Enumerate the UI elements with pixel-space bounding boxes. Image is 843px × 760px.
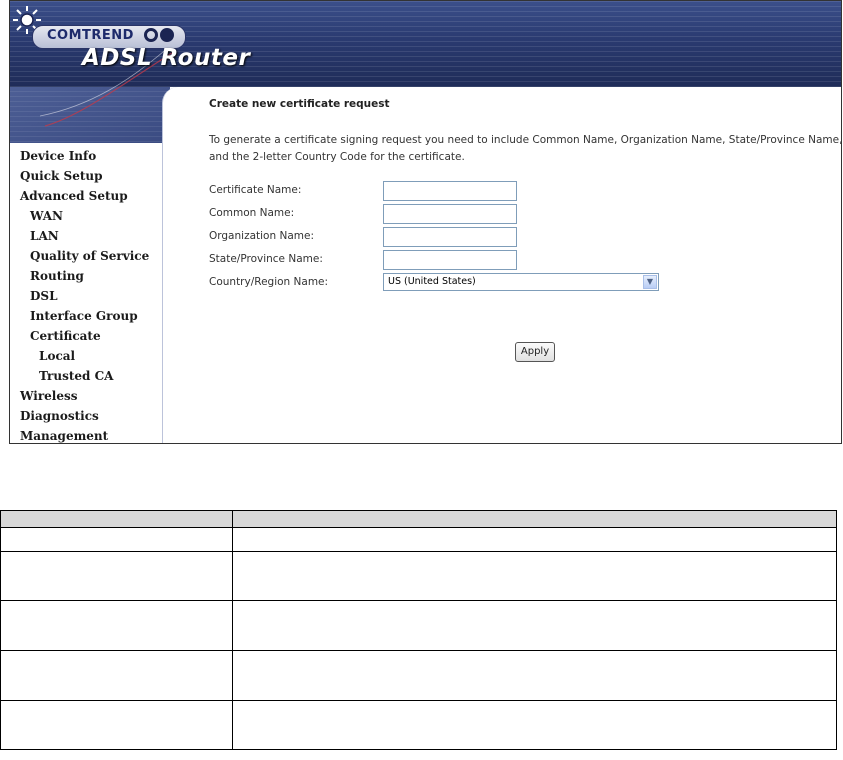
- brand-logo-text: COMTREND: [47, 28, 134, 43]
- table-row: [0, 650, 837, 701]
- sidebar-item-dsl[interactable]: DSL: [30, 289, 58, 303]
- apply-button[interactable]: Apply: [515, 342, 555, 362]
- sidebar-item-quick-setup[interactable]: Quick Setup: [20, 169, 103, 183]
- table-cell: [0, 650, 233, 701]
- table-row: [0, 600, 837, 651]
- certificate-name-input[interactable]: [383, 181, 517, 201]
- sidebar-item-device-info[interactable]: Device Info: [20, 149, 96, 163]
- certificate-name-label: Certificate Name:: [209, 184, 302, 196]
- router-screenshot: COMTREND ADSL Router Device Info Quick S…: [9, 0, 842, 444]
- state-province-name-label: State/Province Name:: [209, 253, 323, 265]
- field-description-table: [0, 510, 837, 750]
- product-title: ADSL Router: [82, 45, 251, 71]
- sidebar-item-certificate[interactable]: Certificate: [30, 329, 101, 343]
- sidebar-item-management[interactable]: Management: [20, 429, 108, 443]
- page-title: Create new certificate request: [209, 98, 390, 110]
- table-header-row: [0, 510, 837, 528]
- table-cell: [0, 551, 233, 601]
- organization-name-input[interactable]: [383, 227, 517, 247]
- state-province-name-input[interactable]: [383, 250, 517, 270]
- sidebar-item-quality-of-service[interactable]: Quality of Service: [30, 249, 149, 263]
- common-name-label: Common Name:: [209, 207, 295, 219]
- sidebar-item-wan[interactable]: WAN: [30, 209, 63, 223]
- table-cell: [232, 600, 837, 651]
- table-row: [0, 527, 837, 552]
- description-line-2: and the 2-letter Country Code for the ce…: [209, 151, 465, 163]
- logo-dot-icon: [160, 28, 174, 42]
- sidebar-item-lan[interactable]: LAN: [30, 229, 59, 243]
- sidebar-item-trusted-ca[interactable]: Trusted CA: [39, 369, 113, 383]
- sidebar: Device Info Quick Setup Advanced Setup W…: [10, 143, 162, 443]
- country-region-label: Country/Region Name:: [209, 276, 329, 288]
- table-cell: [232, 650, 837, 701]
- description-line-1: To generate a certificate signing reques…: [209, 134, 842, 146]
- country-region-selected-value: US (United States): [388, 276, 476, 287]
- table-cell: [0, 700, 233, 750]
- table-row: [0, 700, 837, 750]
- table-cell: [0, 600, 233, 651]
- sidebar-item-wireless[interactable]: Wireless: [20, 389, 78, 403]
- table-cell: [232, 700, 837, 750]
- table-cell: [0, 527, 233, 552]
- organization-name-label: Organization Name:: [209, 230, 314, 242]
- sidebar-item-local[interactable]: Local: [39, 349, 75, 363]
- sidebar-item-interface-group[interactable]: Interface Group: [30, 309, 138, 323]
- sidebar-item-routing[interactable]: Routing: [30, 269, 84, 283]
- country-region-select[interactable]: US (United States) ▼: [383, 273, 659, 291]
- table-row: [0, 551, 837, 601]
- logo-ring-icon: [144, 28, 158, 42]
- common-name-input[interactable]: [383, 204, 517, 224]
- sidebar-item-advanced-setup[interactable]: Advanced Setup: [20, 189, 128, 203]
- table-header-cell: [232, 510, 837, 528]
- sidebar-item-diagnostics[interactable]: Diagnostics: [20, 409, 99, 423]
- table-cell: [232, 551, 837, 601]
- chevron-down-icon[interactable]: ▼: [643, 275, 657, 289]
- table-cell: [232, 527, 837, 552]
- table-header-cell: [0, 510, 233, 528]
